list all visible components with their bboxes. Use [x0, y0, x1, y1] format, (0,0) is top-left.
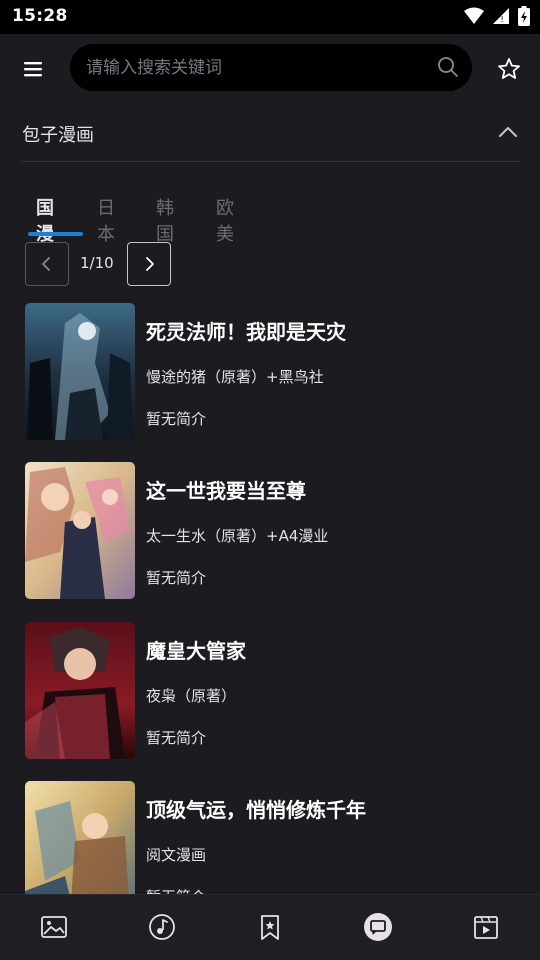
source-header[interactable]: 包子漫画 — [22, 104, 520, 162]
comic-cover[interactable] — [25, 462, 135, 599]
chevron-right-icon — [146, 257, 154, 271]
comic-cover[interactable] — [25, 622, 135, 759]
menu-button[interactable] — [18, 54, 48, 84]
star-icon — [498, 58, 520, 79]
image-icon — [41, 916, 67, 938]
nav-bookmarks[interactable] — [254, 911, 286, 943]
status-time: 15:28 — [12, 6, 68, 26]
comic-author: 慢途的猪（原著）+黑鸟社 — [146, 368, 324, 386]
chevron-left-icon — [42, 257, 50, 271]
bookmark-icon — [261, 915, 279, 940]
comic-description: 暂无简介 — [146, 886, 206, 894]
comic-item[interactable]: 顶级气运，悄悄修炼千年 阅文漫画 暂无简介 — [25, 780, 525, 894]
comic-description: 暂无简介 — [146, 729, 207, 747]
source-title: 包子漫画 — [22, 125, 94, 146]
nav-images[interactable] — [38, 911, 70, 943]
comic-title: 这一世我要当至尊 — [146, 479, 306, 503]
tab-guoman[interactable]: 国漫 — [36, 194, 54, 245]
chevron-up-icon[interactable] — [496, 120, 520, 144]
status-icons: ! — [464, 6, 530, 30]
comic-item[interactable]: 魔皇大管家 夜枭（原著） 暂无简介 — [25, 621, 525, 761]
top-bar — [0, 34, 540, 104]
tab-indicator — [28, 232, 83, 236]
comic-author: 夜枭（原著） — [146, 687, 237, 705]
comic-title: 死灵法师！我即是天灾 — [146, 320, 346, 344]
comic-cover[interactable] — [25, 781, 135, 894]
next-page-button[interactable] — [127, 242, 171, 286]
comic-description: 暂无简介 — [146, 569, 207, 587]
nav-comics[interactable] — [362, 911, 394, 943]
wifi-icon — [464, 7, 484, 29]
comic-author: 太一生水（原著）+A4漫业 — [146, 527, 329, 545]
comic-title: 魔皇大管家 — [146, 639, 246, 663]
comic-author: 阅文漫画 — [146, 846, 207, 864]
comic-item[interactable]: 这一世我要当至尊 太一生水（原著）+A4漫业 暂无简介 — [25, 461, 525, 601]
comic-title: 顶级气运，悄悄修炼千年 — [146, 798, 366, 822]
chat-icon — [364, 913, 392, 941]
music-icon — [149, 914, 175, 940]
menu-icon — [24, 62, 42, 77]
comic-item[interactable]: 死灵法师！我即是天灾 慢途的猪（原著）+黑鸟社 暂无简介 — [25, 302, 525, 442]
comic-list: 死灵法师！我即是天灾 慢途的猪（原著）+黑鸟社 暂无简介 这一世我要当至尊 太一… — [0, 302, 540, 894]
bottom-navigation — [0, 894, 540, 960]
tab-western[interactable]: 欧美 — [216, 194, 234, 245]
search-bar[interactable] — [70, 44, 472, 91]
comic-description: 暂无简介 — [146, 410, 207, 428]
prev-page-button[interactable] — [25, 242, 69, 286]
svg-text:!: ! — [501, 15, 504, 24]
comic-cover[interactable] — [25, 303, 135, 440]
search-input[interactable] — [86, 44, 426, 91]
video-icon — [474, 916, 498, 939]
battery-icon — [518, 6, 530, 30]
page-indicator: 1/10 — [80, 254, 114, 272]
nav-videos[interactable] — [470, 911, 502, 943]
search-icon[interactable] — [436, 55, 460, 83]
favorite-button[interactable] — [494, 54, 524, 84]
tab-korea[interactable]: 韩国 — [156, 194, 174, 245]
tab-japan[interactable]: 日本 — [97, 194, 115, 245]
signal-icon: ! — [492, 7, 510, 29]
status-bar: 15:28 ! — [0, 0, 540, 34]
nav-music[interactable] — [146, 911, 178, 943]
